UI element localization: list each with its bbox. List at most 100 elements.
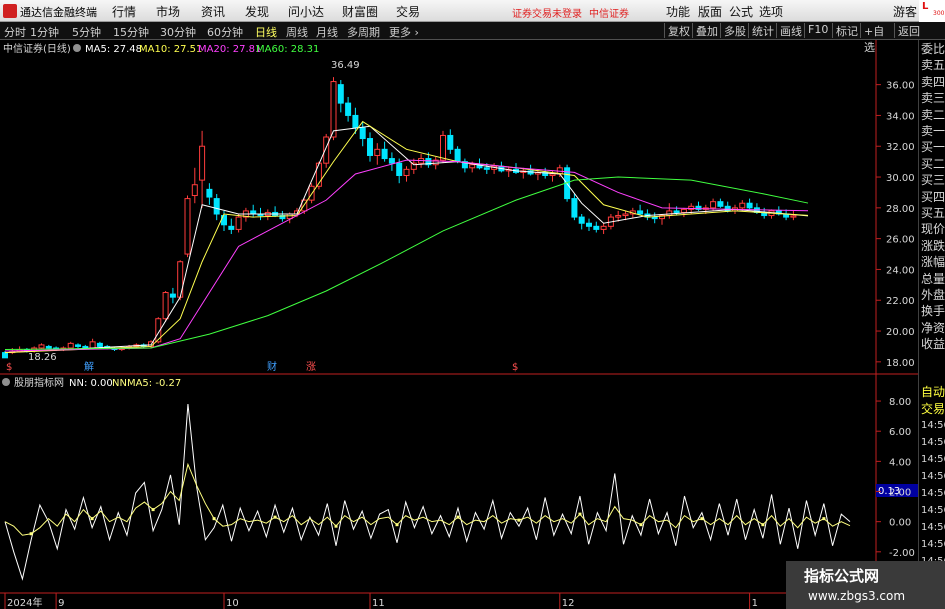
btn-fuquan[interactable]: 复权 [664,23,692,38]
menu-gongneng[interactable]: 功能 [666,3,690,20]
period-monthly[interactable]: 月线 [316,24,338,40]
menu-jiaoyi[interactable]: 交易 [396,3,420,20]
menu-banmian[interactable]: 版面 [698,3,722,20]
quote-field-2: 卖四 [921,74,945,89]
candle-body [680,208,687,213]
candle-body [790,215,797,218]
watermark-title: 指标公式网 [804,567,880,585]
menu-caifuquan[interactable]: 财富圈 [342,3,378,20]
period-5min[interactable]: 5分钟 [72,24,101,40]
period-more[interactable]: 更多 › [389,24,419,40]
low-price-label: 18.26 [28,352,57,363]
dividend-marker-1[interactable]: $ [6,362,12,373]
menu-bar: 通达信金融终端 行情 市场 资讯 发现 问小达 财富圈 交易 证券交易未登录 中… [0,0,945,22]
auto-trade-label: 自动 [921,385,945,399]
event-marker-jie[interactable]: 解 [84,360,94,373]
candle-body [367,138,373,156]
candle-body [746,202,753,209]
sub-legend-settings-icon[interactable] [2,378,10,386]
indicator-dot [456,515,460,519]
btn-huaxian[interactable]: 画线 [776,23,804,38]
quote-field-3: 卖三 [921,91,945,106]
time-tick-label: 12 [562,598,575,609]
candle-body [739,202,746,209]
period-multi[interactable]: 多周期 [347,24,380,40]
indicator-dot [395,523,399,527]
login-notice[interactable]: 证券交易未登录 [512,5,582,20]
kline-chart[interactable]: 中信证券(日线) MA5: 27.48 MA10: 27.51 MA20: 27… [0,40,918,609]
price-tick-label: 36.00 [886,81,915,92]
sub-indicator-name: 股朋指标网 [14,376,64,389]
btn-fanhui[interactable]: 返回 [894,23,920,38]
legend-settings-icon[interactable] [73,44,81,52]
guest-label[interactable]: 游客 [893,3,917,20]
nnma5-legend: NNMA5: -0.27 [112,378,181,389]
candle-body [374,148,381,156]
ma5-legend: MA5: 27.48 [85,44,142,55]
btn-add-watchlist[interactable]: +自选 [860,23,894,54]
period-fenshi[interactable]: 分时 [4,24,26,40]
period-15min[interactable]: 15分钟 [113,24,149,40]
candle-body [600,225,607,230]
event-marker-cai[interactable]: 财 [267,360,277,373]
quote-field-4: 卖二 [921,107,945,122]
tick-time-8: 14:56 [921,522,945,533]
dividend-marker-2[interactable]: $ [512,362,518,373]
period-weekly[interactable]: 周线 [286,24,308,40]
menu-wenxiaoda[interactable]: 问小达 [288,3,324,20]
price-tick-label: 30.00 [886,173,915,184]
quote-field-12: 涨跌 [921,238,945,253]
period-daily[interactable]: 日线 [255,24,277,40]
menu-hangqing[interactable]: 行情 [112,3,136,20]
menu-shichang[interactable]: 市场 [156,3,180,20]
period-1min[interactable]: 1分钟 [30,24,59,40]
candle-body [586,222,592,227]
candle-body [622,213,629,217]
event-marker-zhang[interactable]: 涨 [306,361,316,373]
price-tick-label: 22.00 [886,296,915,307]
indicator-dot [151,508,155,512]
quote-field-5: 卖一 [921,124,945,138]
btn-diejia[interactable]: 叠加 [692,23,720,38]
candle-body [440,134,446,161]
time-tick-label: 2024年 [7,596,42,609]
period-60min[interactable]: 60分钟 [207,24,243,40]
indicator-dot [334,524,338,528]
btn-f10[interactable]: F10 [804,23,832,38]
price-tick-label: 28.00 [886,204,915,215]
sub-tick-label: 8.00 [889,397,911,408]
app-title: 通达信金融终端 [20,6,97,19]
candle-body [96,342,103,347]
price-tick-label: 18.00 [886,358,915,369]
tick-time-9: 14:56 [921,539,945,550]
ma-line-ma20 [4,159,809,352]
ma10-legend: MA10: 27.51 [139,44,202,55]
quote-field-16: 换手 [921,304,945,319]
indicator-dot [700,517,704,521]
indicator-dot [639,523,643,527]
ma60-legend: MA60: 28.31 [256,44,319,55]
period-30min[interactable]: 30分钟 [160,24,196,40]
price-tick-label: 26.00 [886,235,915,246]
quote-field-1: 卖五 [921,58,945,73]
time-tick-label: 9 [58,598,64,609]
menu-faxian[interactable]: 发现 [245,3,269,20]
btn-duogu[interactable]: 多股 [720,23,748,38]
btn-biaoji[interactable]: 标记 [832,23,860,38]
candle-body [615,215,622,218]
menu-gongshi[interactable]: 公式 [729,3,753,20]
candle-body [673,210,680,213]
sub-tick-label: 0.00 [889,518,911,529]
quote-sidebar: 委比 卖五 卖四 卖三 卖二 卖一 买一 买二 买三 买四 买五 现价 涨跌 涨幅 总量 外盘 换手 净资 收益 自动… [918,40,945,609]
candle-body [447,134,454,150]
quote-field-9: 买四 [921,189,945,204]
candle-body [323,136,330,164]
quote-field-11: 现价 [921,222,945,237]
menu-xuanxiang[interactable]: 选项 [759,3,783,20]
quote-field-18: 收益 [921,337,945,352]
indicator-line-nn [4,404,851,581]
candle-body [213,198,220,215]
menu-zixun[interactable]: 资讯 [201,3,225,20]
indicator-dot [761,523,765,527]
btn-tongji[interactable]: 统计 [748,23,776,38]
